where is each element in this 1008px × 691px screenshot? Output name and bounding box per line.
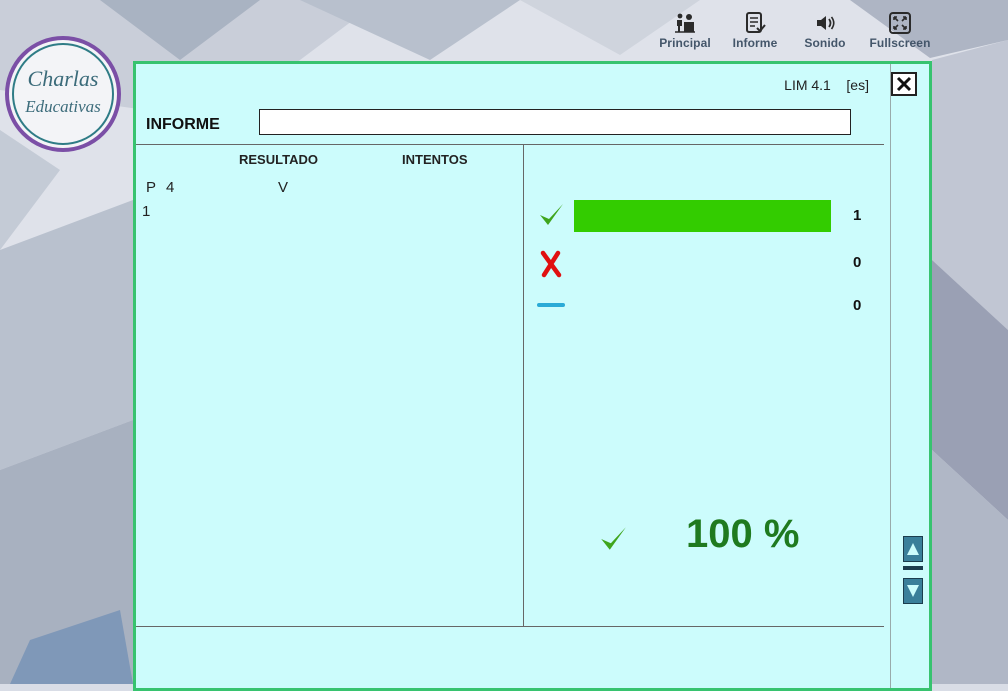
fullscreen-icon xyxy=(889,12,911,34)
row-number: 4 xyxy=(166,179,175,196)
arrow-down-icon xyxy=(907,585,919,597)
arrow-up-icon xyxy=(907,543,919,555)
toolbar-informe[interactable]: Informe xyxy=(720,6,790,58)
wrong-count: 0 xyxy=(853,254,862,271)
divider xyxy=(523,144,524,626)
close-button[interactable] xyxy=(891,72,917,96)
report-panel: LIM 4.1 [es] INFORME RESULTADO INTENTOS … xyxy=(133,61,932,691)
correct-bar xyxy=(574,200,831,232)
logo: Charlas Educativas xyxy=(3,24,121,158)
report-icon xyxy=(744,12,766,34)
language-label: [es] xyxy=(846,77,869,93)
percentage-score: 100 % xyxy=(686,512,800,556)
informe-label: INFORME xyxy=(146,116,220,133)
toolbar-principal-label: Principal xyxy=(659,36,711,50)
divider xyxy=(136,144,884,145)
toolbar-fullscreen[interactable]: Fullscreen xyxy=(860,6,940,58)
toolbar-informe-label: Informe xyxy=(732,36,778,50)
check-icon xyxy=(598,524,632,558)
toolbar-sonido[interactable]: Sonido xyxy=(790,6,860,58)
divider xyxy=(890,64,891,688)
close-icon xyxy=(896,76,912,92)
version-info: LIM 4.1 [es] xyxy=(784,77,869,93)
dash-icon xyxy=(536,290,566,320)
row-result: V xyxy=(278,179,289,196)
logo-line2: Educativas xyxy=(24,97,101,116)
home-people-icon xyxy=(674,12,696,34)
logo-line1: Charlas xyxy=(28,66,99,91)
scroll-down-button[interactable] xyxy=(903,578,923,604)
row-index: 1 xyxy=(142,203,151,220)
skipped-count: 0 xyxy=(853,297,862,314)
correct-count: 1 xyxy=(853,207,862,224)
row-prefix: P xyxy=(146,179,157,196)
column-header-intentos: INTENTOS xyxy=(402,152,468,167)
informe-input[interactable] xyxy=(259,109,851,135)
scroll-up-button[interactable] xyxy=(903,536,923,562)
divider xyxy=(136,626,884,627)
toolbar-principal[interactable]: Principal xyxy=(650,6,720,58)
scroll-separator xyxy=(903,566,923,570)
column-header-resultado: RESULTADO xyxy=(239,152,318,167)
version-label: LIM 4.1 xyxy=(784,77,831,93)
toolbar: Principal Informe Sonido Fullscreen xyxy=(650,6,940,58)
check-icon xyxy=(536,200,566,230)
toolbar-sonido-label: Sonido xyxy=(804,36,846,50)
cross-icon xyxy=(536,249,566,279)
speaker-icon xyxy=(814,12,836,34)
toolbar-fullscreen-label: Fullscreen xyxy=(869,36,931,50)
